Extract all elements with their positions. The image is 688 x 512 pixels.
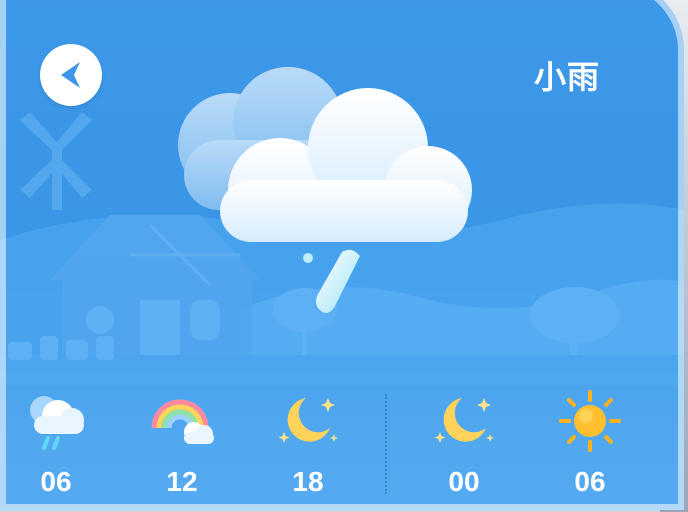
forecast-time: 06 [40, 466, 72, 497]
forecast-time: 12 [166, 466, 198, 497]
forecast-slot: 06 [550, 388, 630, 498]
rainbow-icon [151, 399, 214, 444]
forecast-slot: 00 [424, 388, 504, 498]
weather-condition: 小雨 [533, 59, 600, 95]
moon-stars-icon [278, 398, 338, 443]
forecast-slot: 06 [16, 388, 96, 498]
sun-icon [559, 390, 621, 452]
forecast-slot: 18 [268, 388, 348, 498]
back-button[interactable] [40, 44, 102, 106]
weather-card: 小雨 06 12 18 00 06 [0, 0, 684, 510]
hourly-forecast: 06 12 18 00 06 [0, 372, 684, 510]
moon-stars-icon [434, 398, 494, 443]
day-divider [385, 394, 387, 494]
light-rain-cloud-icon [178, 67, 472, 313]
forecast-time: 18 [292, 466, 324, 497]
forecast-slot: 12 [142, 388, 222, 498]
forecast-time: 06 [574, 466, 606, 497]
back-arrow-icon [61, 62, 80, 88]
rain-cloud-icon [30, 396, 84, 450]
forecast-time: 00 [448, 466, 480, 497]
